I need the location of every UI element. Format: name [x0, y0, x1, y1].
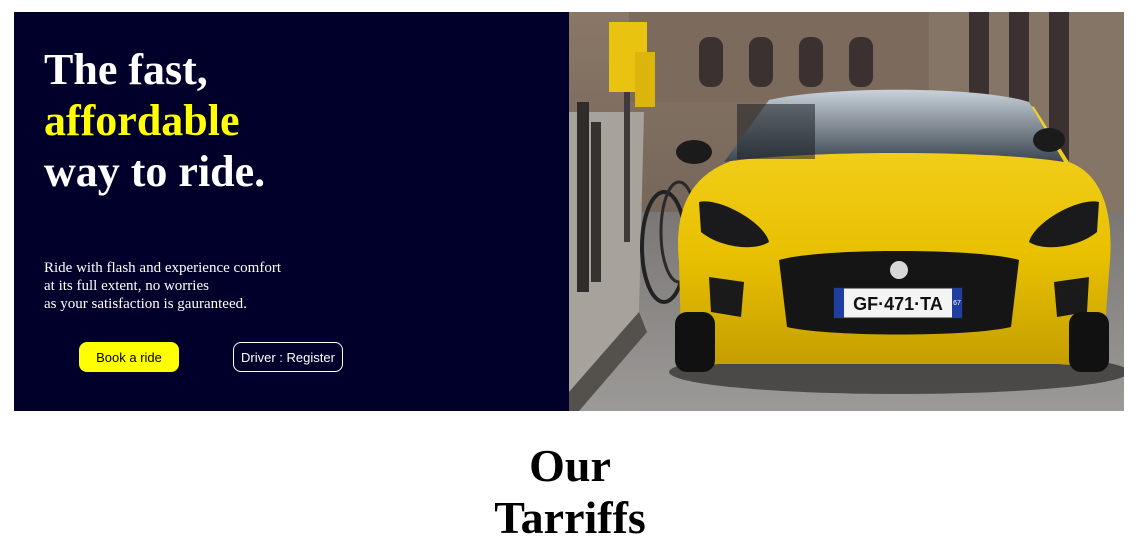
- tariffs-heading-line-1: Our: [529, 440, 611, 491]
- book-ride-button[interactable]: Book a ride: [79, 342, 179, 372]
- license-plate-text: GF·471·TA: [853, 294, 943, 314]
- hero-description: Ride with flash and experience comfort a…: [44, 259, 281, 313]
- description-line-3: as your satisfaction is gauranteed.: [44, 296, 247, 312]
- hero-headline: The fast, affordable way to ride.: [44, 44, 265, 197]
- description-line-1: Ride with flash and experience comfort: [44, 260, 281, 276]
- car-photo-illustration: GF·471·TA 67: [569, 12, 1124, 411]
- tariffs-heading-line-2: Tarriffs: [494, 492, 646, 543]
- license-plate-region: 67: [953, 300, 961, 307]
- headline-line-3: way to ride.: [44, 147, 266, 196]
- hero-text-panel: The fast, affordable way to ride. Ride w…: [14, 12, 569, 411]
- headline-line-1: The fast,: [44, 45, 208, 94]
- driver-register-button[interactable]: Driver : Register: [233, 342, 343, 372]
- hero-car-image: GF·471·TA 67: [569, 12, 1124, 411]
- description-line-2: at its full extent, no worries: [44, 278, 209, 294]
- hero-section: The fast, affordable way to ride. Ride w…: [14, 12, 1124, 411]
- tariffs-heading: Our Tarriffs: [0, 440, 1140, 544]
- headline-line-accent: affordable: [44, 96, 240, 145]
